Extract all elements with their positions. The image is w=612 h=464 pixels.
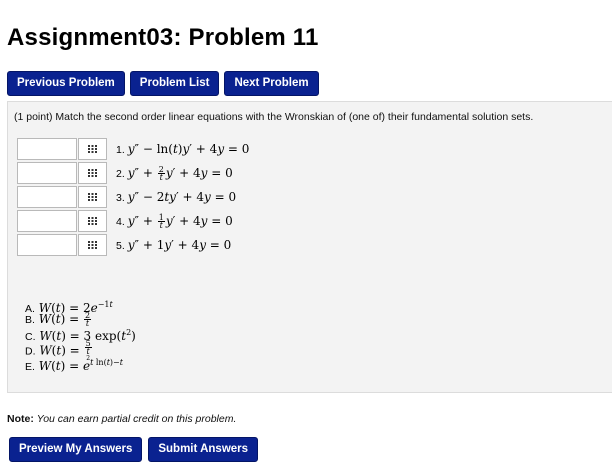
equation-row-2: 2. y″ + 2 t y′ + 4y = 0	[17, 162, 233, 184]
answer-picker-2[interactable]	[78, 162, 107, 184]
wronskian-options: A. W(t) = 2e−1t B. W(t) = 2t C. W(t) = 3…	[25, 298, 136, 373]
submit-answers-button[interactable]: Submit Answers	[148, 437, 259, 462]
preview-answers-button[interactable]: Preview My Answers	[9, 437, 143, 462]
answer-input-1[interactable]	[17, 138, 77, 160]
equation-number: 3.	[116, 192, 125, 204]
previous-problem-button[interactable]: Previous Problem	[7, 71, 125, 96]
answer-picker-4[interactable]	[78, 210, 107, 232]
partial-credit-note: Note: You can earn partial credit on thi…	[7, 413, 236, 425]
grid-icon	[88, 193, 97, 201]
problem-navigation: Previous Problem Problem List Next Probl…	[7, 71, 319, 96]
answer-input-3[interactable]	[17, 186, 77, 208]
equation-number: 2.	[116, 167, 125, 180]
equation-4: 4. y″ + 1 t y′ + 4y = 0	[116, 212, 233, 230]
problem-list-button[interactable]: Problem List	[129, 71, 220, 96]
equation-3: 3. y″ − 2ty′ + 4y = 0	[116, 190, 237, 204]
answer-input-5[interactable]	[17, 234, 77, 256]
option-b: B. W(t) = 2t	[25, 311, 92, 328]
option-e: E. W(t) = et ln(t)−t	[25, 358, 123, 373]
equation-row-5: 5. y″ + 1y′ + 4y = 0	[17, 234, 231, 256]
next-problem-button[interactable]: Next Problem	[224, 71, 319, 96]
equation-row-1: 1. y″ − ln(t)y′ + 4y = 0	[17, 138, 249, 160]
grid-icon	[88, 217, 97, 225]
answer-input-2[interactable]	[17, 162, 77, 184]
note-text: You can earn partial credit on this prob…	[36, 413, 237, 425]
equation-2: 2. y″ + 2 t y′ + 4y = 0	[116, 164, 233, 182]
problem-intro: (1 point) Match the second order linear …	[14, 111, 534, 123]
note-label: Note:	[7, 413, 34, 425]
grid-icon	[88, 169, 97, 177]
problem-panel: (1 point) Match the second order linear …	[7, 101, 612, 393]
option-letter: B.	[25, 314, 35, 326]
submission-buttons: Preview My Answers Submit Answers	[9, 437, 259, 462]
equation-row-3: 3. y″ − 2ty′ + 4y = 0	[17, 186, 236, 208]
equation-number: 4.	[116, 215, 125, 228]
answer-input-4[interactable]	[17, 210, 77, 232]
equation-5: 5. y″ + 1y′ + 4y = 0	[116, 238, 232, 252]
grid-icon	[88, 241, 97, 249]
option-d: D. W(t) = 5t2	[25, 339, 92, 362]
grid-icon	[88, 145, 97, 153]
equation-number: 1.	[116, 144, 125, 156]
equation-row-4: 4. y″ + 1 t y′ + 4y = 0	[17, 210, 233, 232]
answer-picker-1[interactable]	[78, 138, 107, 160]
answer-picker-5[interactable]	[78, 234, 107, 256]
option-letter: E.	[25, 361, 35, 373]
option-a: A. W(t) = 2e−1t	[25, 300, 113, 315]
equation-1: 1. y″ − ln(t)y′ + 4y = 0	[116, 142, 250, 156]
answer-picker-3[interactable]	[78, 186, 107, 208]
equation-number: 5.	[116, 240, 125, 252]
page-title: Assignment03: Problem 11	[7, 24, 319, 51]
option-c: C. W(t) = 3 exp(t2)	[25, 328, 136, 343]
